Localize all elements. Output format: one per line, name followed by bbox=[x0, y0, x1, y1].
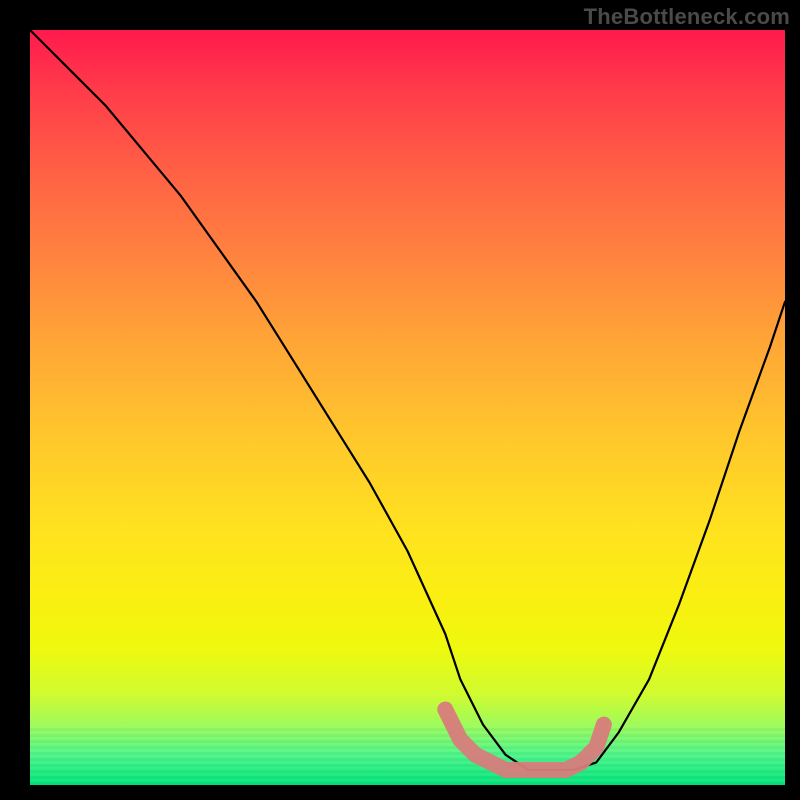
bottleneck-curve-path bbox=[30, 30, 785, 770]
plot-area bbox=[30, 30, 785, 785]
watermark-text: TheBottleneck.com bbox=[584, 4, 790, 30]
curve-layer bbox=[30, 30, 785, 785]
chart-container: TheBottleneck.com bbox=[0, 0, 800, 800]
valley-highlight-path bbox=[445, 710, 604, 770]
